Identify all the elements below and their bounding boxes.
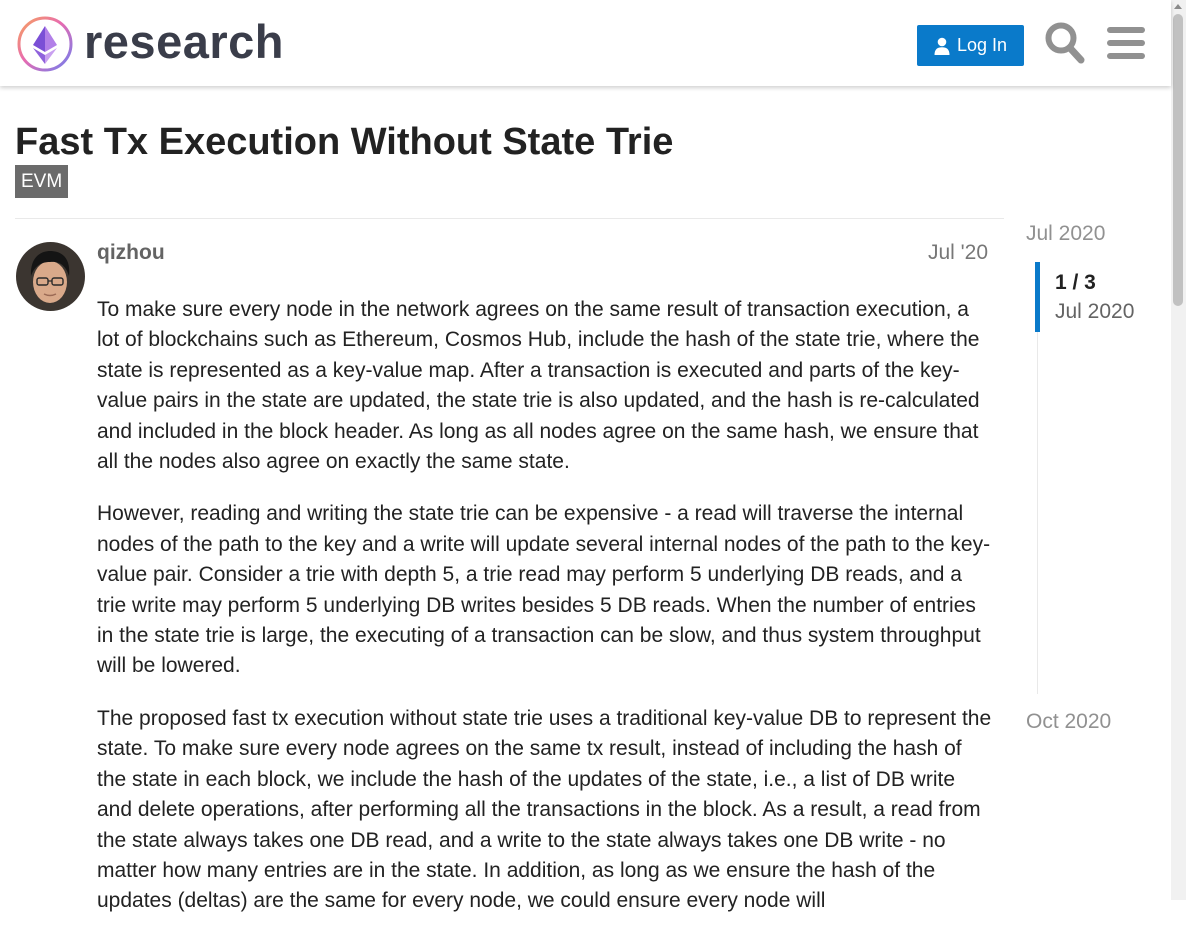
user-avatar[interactable]	[16, 242, 85, 311]
hamburger-menu-icon[interactable]	[1107, 25, 1145, 61]
timeline-post-position: 1 / 3	[1055, 271, 1096, 294]
log-in-button[interactable]: Log In	[917, 25, 1024, 66]
post-paragraph: To make sure every node in the network a…	[97, 298, 980, 474]
post-paragraph: However, reading and writing the state t…	[97, 502, 991, 678]
site-header: research Log In	[0, 0, 1171, 86]
divider	[15, 218, 1004, 219]
log-in-label: Log In	[956, 35, 1008, 55]
timeline-scroller-handle[interactable]	[1035, 262, 1040, 332]
timeline-current-date: Jul 2020	[1055, 300, 1135, 323]
timeline-end-date[interactable]: Oct 2020	[1026, 709, 1111, 735]
post-username[interactable]: qizhou	[97, 239, 165, 267]
topic-title[interactable]: Fast Tx Execution Without State Trie	[15, 118, 673, 166]
post-paragraph: The proposed fast tx execution without s…	[97, 706, 992, 913]
tag-evm[interactable]: EVM	[15, 165, 69, 198]
scroll-up-arrow-icon[interactable]	[1174, 4, 1182, 9]
post-date[interactable]: Jul '20	[900, 239, 988, 267]
site-name[interactable]: research	[84, 12, 284, 72]
timeline-start-date[interactable]: Jul 2020	[1026, 221, 1105, 247]
post-body: To make sure every node in the network a…	[97, 295, 992, 939]
research-logo-icon[interactable]	[16, 15, 74, 73]
search-icon[interactable]	[1044, 21, 1086, 65]
scrollbar-thumb[interactable]	[1173, 14, 1183, 306]
user-icon	[934, 37, 950, 55]
